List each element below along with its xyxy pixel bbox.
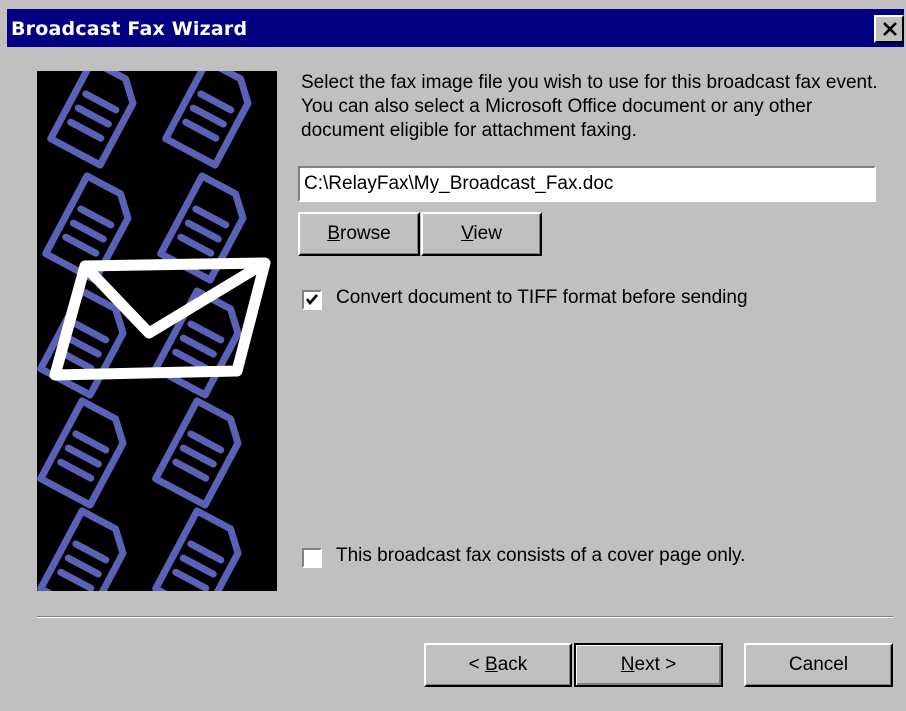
next-label: ext > [634,654,677,675]
view-label: iew [473,223,502,244]
title-bar: Broadcast Fax Wizard [7,9,904,47]
cancel-button[interactable]: Cancel [744,643,893,687]
close-icon [883,22,897,36]
back-label: ack [497,654,528,675]
next-mnemonic: N [620,654,635,675]
view-mnemonic: V [461,223,474,244]
browse-label: rowse [340,223,391,244]
wizard-window: Broadcast Fax Wizard Select the fax imag… [0,0,906,711]
wizard-side-image [37,71,277,591]
back-mnemonic: B [485,654,498,675]
view-button[interactable]: View [421,212,542,256]
browse-mnemonic: B [327,223,340,244]
fax-document-illustration [37,71,271,591]
convert-tiff-checkbox[interactable] [302,290,322,310]
back-prefix: < [468,654,486,675]
convert-tiff-label[interactable]: Convert document to TIFF format before s… [336,287,748,309]
browse-button[interactable]: Browse [298,212,420,256]
close-button[interactable] [874,15,904,43]
checkmark-icon [305,294,318,306]
cover-only-label[interactable]: This broadcast fax consists of a cover p… [336,545,745,567]
file-path-input[interactable]: C:\RelayFax\My_Broadcast_Fax.doc [298,166,876,202]
back-button[interactable]: < Back [424,643,572,687]
instructions-text: Select the fax image file you wish to us… [301,72,878,141]
cover-only-checkbox[interactable] [302,548,322,568]
window-title: Broadcast Fax Wizard [11,18,248,40]
footer-divider [37,616,893,618]
next-button[interactable]: Next > [574,643,723,687]
